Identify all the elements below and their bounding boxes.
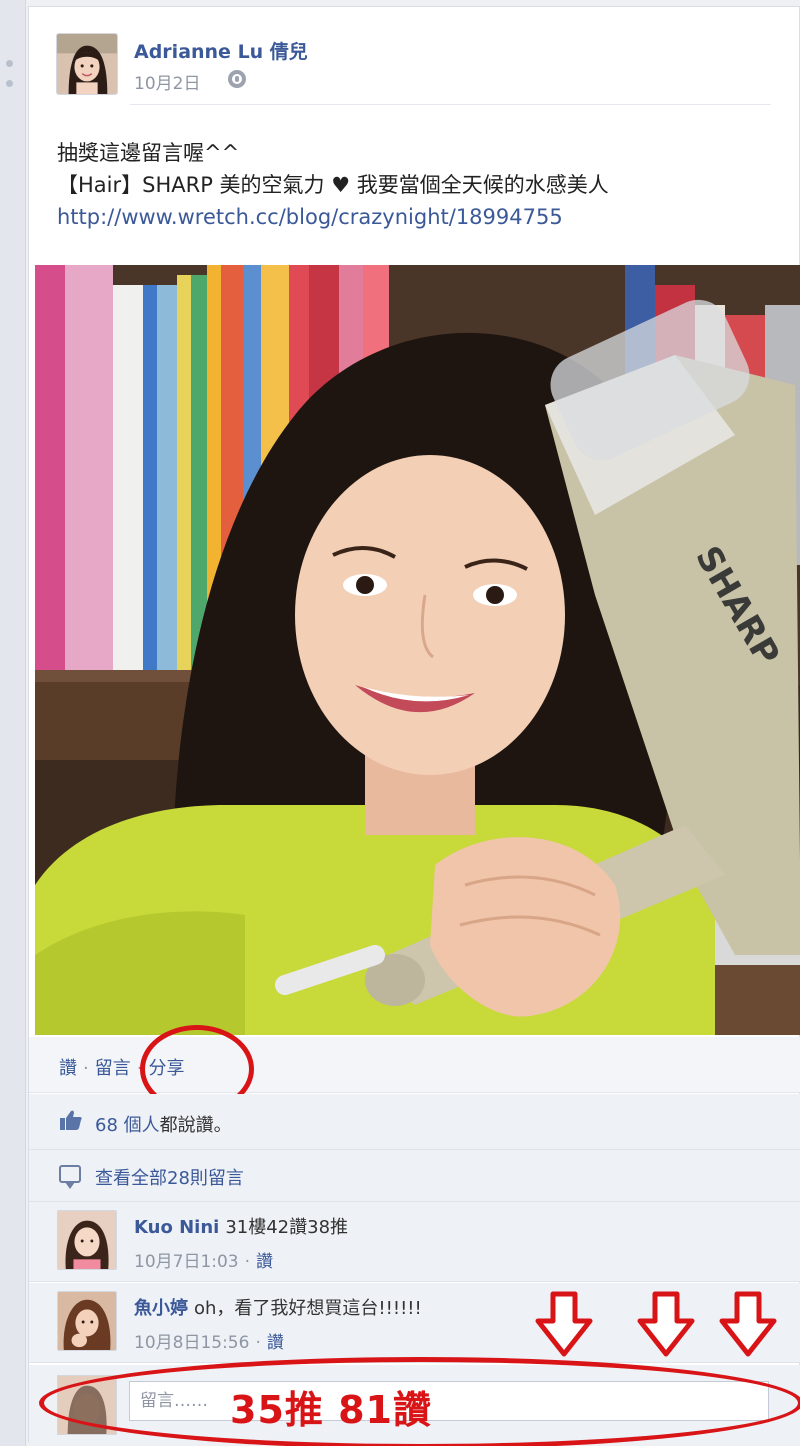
- likers-link[interactable]: 68 個人: [95, 1115, 160, 1136]
- down-arrow-icon: [637, 1291, 695, 1357]
- author-avatar[interactable]: [56, 33, 118, 95]
- comment-button[interactable]: 留言: [95, 1058, 131, 1079]
- like-button[interactable]: 讚: [59, 1058, 77, 1079]
- post-text-line: 【Hair】SHARP 美的空氣力 ♥ 我要當個全天候的水感美人: [57, 173, 609, 197]
- post-text-line: 抽獎這邊留言喔^^: [57, 141, 240, 165]
- post-photo[interactable]: SHARP: [35, 265, 800, 1035]
- post-date[interactable]: 10月2日: [134, 69, 200, 94]
- post-link[interactable]: http://www.wretch.cc/blog/crazynight/189…: [57, 201, 777, 233]
- post-text: 抽獎這邊留言喔^^ 【Hair】SHARP 美的空氣力 ♥ 我要當個全天候的水感…: [57, 137, 777, 233]
- likes-suffix: 都說讚。: [159, 1115, 232, 1136]
- globe-icon: [228, 70, 246, 88]
- down-arrow-icon: [535, 1291, 593, 1357]
- gutter-dot: [6, 80, 13, 87]
- page: Adrianne Lu 倩兒 10月2日 抽獎這邊留言喔^^ 【Hair】SHA…: [0, 0, 800, 1446]
- down-arrow-icon: [719, 1291, 777, 1357]
- comment-author[interactable]: Kuo Nini: [134, 1217, 219, 1238]
- separator: ·: [244, 1252, 251, 1272]
- post-card: Adrianne Lu 倩兒 10月2日 抽獎這邊留言喔^^ 【Hair】SHA…: [28, 6, 800, 1446]
- comment-body: Kuo Nini 31樓42讚38推: [134, 1213, 348, 1239]
- commenter-avatar[interactable]: [57, 1291, 117, 1351]
- comment-bubble-icon: [59, 1165, 81, 1189]
- thumbs-up-icon: [60, 1110, 82, 1130]
- likes-text: 68 個人都說讚。: [95, 1111, 232, 1137]
- comment-text: 31樓42讚38推: [225, 1217, 349, 1238]
- comment-body: 魚小婷 oh，看了我好想買這台!!!!!!: [134, 1294, 422, 1320]
- comment-time[interactable]: 10月7日1:03: [134, 1252, 239, 1272]
- commenter-avatar[interactable]: [57, 1210, 117, 1270]
- comment-like-button[interactable]: 讚: [267, 1333, 284, 1353]
- comment-text: oh，看了我好想買這台!!!!!!: [194, 1298, 422, 1319]
- author-name[interactable]: Adrianne Lu 倩兒: [134, 37, 308, 64]
- separator: ·: [255, 1333, 261, 1353]
- comment-meta: 10月8日15:56 · 讚: [134, 1328, 284, 1353]
- comment-author[interactable]: 魚小婷: [134, 1298, 188, 1319]
- gutter-dot: [6, 60, 13, 67]
- view-all-comments-link[interactable]: 查看全部28則留言: [95, 1164, 244, 1190]
- separator: ·: [83, 1058, 89, 1079]
- input-highlight-circle: [39, 1357, 800, 1446]
- left-gutter: [0, 0, 26, 1446]
- comment-like-button[interactable]: 讚: [256, 1252, 273, 1272]
- comment-time[interactable]: 10月8日15:56: [134, 1333, 249, 1353]
- divider: [130, 104, 771, 105]
- comment-meta: 10月7日1:03 · 讚: [134, 1247, 273, 1272]
